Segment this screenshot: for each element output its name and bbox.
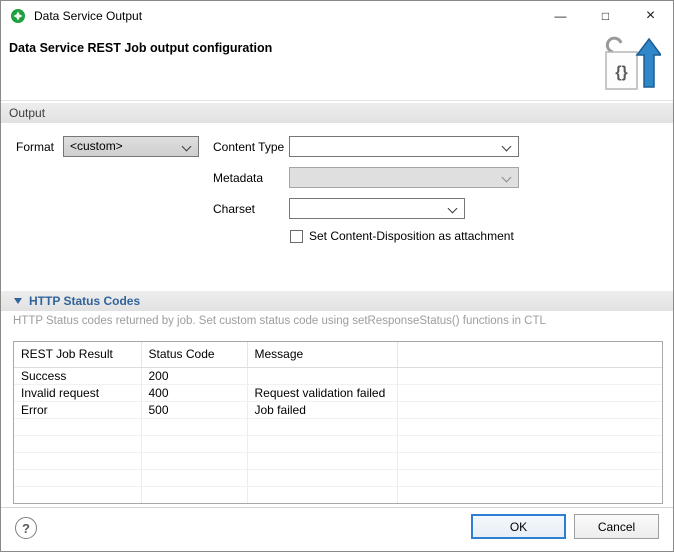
- table-cell: [14, 435, 141, 452]
- table-cell: 400: [141, 384, 247, 401]
- table-cell: [14, 469, 141, 486]
- table-row[interactable]: Invalid request400Request validation fai…: [14, 384, 662, 401]
- dialog-window: Data Service Output — □ × Data Service R…: [0, 0, 674, 552]
- window-controls: — □ ×: [538, 1, 673, 31]
- table-cell: [247, 469, 397, 486]
- table-cell: [247, 452, 397, 469]
- http-status-section-title: HTTP Status Codes: [29, 294, 140, 308]
- table-row[interactable]: [14, 452, 662, 469]
- collapse-triangle-icon: [14, 298, 22, 304]
- table-cell: [397, 418, 662, 435]
- close-button[interactable]: ×: [628, 1, 673, 31]
- status-table-head-row: REST Job ResultStatus CodeMessage: [14, 342, 662, 367]
- http-status-description: HTTP Status codes returned by job. Set c…: [13, 315, 546, 327]
- chevron-down-icon: [502, 173, 512, 183]
- table-cell: [397, 384, 662, 401]
- output-form: Format <custom> Content Type Metadata Ch…: [1, 123, 673, 291]
- metadata-label: Metadata: [213, 168, 263, 189]
- table-cell: [247, 418, 397, 435]
- output-section-label: Output: [9, 106, 45, 120]
- table-cell: Job failed: [247, 401, 397, 418]
- attachment-checkbox[interactable]: [290, 230, 303, 243]
- table-cell: [141, 435, 247, 452]
- table-cell: 500: [141, 401, 247, 418]
- dialog-header: Data Service REST Job output configurati…: [1, 31, 673, 101]
- attachment-checkbox-label: Set Content-Disposition as attachment: [309, 229, 514, 243]
- table-row[interactable]: Success200: [14, 367, 662, 384]
- table-cell: [397, 452, 662, 469]
- table-cell: [397, 486, 662, 503]
- table-cell: [247, 486, 397, 503]
- table-cell: [141, 486, 247, 503]
- table-cell: [14, 486, 141, 503]
- ok-button[interactable]: OK: [471, 514, 566, 539]
- column-header: REST Job Result: [14, 342, 141, 367]
- column-header: [397, 342, 662, 367]
- format-value: <custom>: [70, 137, 176, 156]
- braces-glyph: {}: [615, 64, 627, 81]
- table-cell: [247, 367, 397, 384]
- table-row[interactable]: [14, 486, 662, 503]
- rest-output-icon: {}: [601, 35, 661, 95]
- table-cell: 200: [141, 367, 247, 384]
- table-cell: [141, 452, 247, 469]
- table-cell: [14, 418, 141, 435]
- content-type-combo[interactable]: [289, 136, 519, 157]
- charset-label: Charset: [213, 199, 255, 220]
- chevron-down-icon: [182, 142, 192, 152]
- window-title: Data Service Output: [34, 9, 142, 23]
- http-status-section-toggle[interactable]: HTTP Status Codes: [1, 291, 673, 311]
- metadata-combo: [289, 167, 519, 188]
- table-cell: [141, 469, 247, 486]
- title-bar: Data Service Output — □ ×: [1, 1, 673, 31]
- status-table: REST Job ResultStatus CodeMessage Succes…: [14, 342, 662, 504]
- minimize-button[interactable]: —: [538, 1, 583, 31]
- table-cell: Invalid request: [14, 384, 141, 401]
- table-cell: Error: [14, 401, 141, 418]
- table-row[interactable]: [14, 435, 662, 452]
- dialog-title: Data Service REST Job output configurati…: [9, 41, 272, 55]
- help-button[interactable]: ?: [15, 517, 37, 539]
- status-table-body: Success200Invalid request400Request vali…: [14, 367, 662, 503]
- status-table-container: REST Job ResultStatus CodeMessage Succes…: [13, 341, 663, 504]
- cancel-button[interactable]: Cancel: [574, 514, 659, 539]
- table-row[interactable]: [14, 469, 662, 486]
- app-icon: [10, 8, 26, 24]
- table-row[interactable]: [14, 418, 662, 435]
- content-type-label: Content Type: [213, 137, 284, 158]
- table-cell: [397, 435, 662, 452]
- table-cell: Success: [14, 367, 141, 384]
- chevron-down-icon: [502, 142, 512, 152]
- table-cell: Request validation failed: [247, 384, 397, 401]
- charset-combo[interactable]: [289, 198, 465, 219]
- table-cell: [14, 452, 141, 469]
- column-header: Status Code: [141, 342, 247, 367]
- table-cell: [141, 418, 247, 435]
- format-label: Format: [16, 137, 54, 158]
- table-cell: [397, 401, 662, 418]
- table-cell: [397, 367, 662, 384]
- table-row[interactable]: Error500Job failed: [14, 401, 662, 418]
- table-cell: [247, 435, 397, 452]
- format-combo[interactable]: <custom>: [63, 136, 199, 157]
- column-header: Message: [247, 342, 397, 367]
- chevron-down-icon: [448, 204, 458, 214]
- button-bar: ? OK Cancel: [1, 507, 673, 551]
- table-cell: [397, 469, 662, 486]
- attachment-checkbox-row: Set Content-Disposition as attachment: [290, 229, 514, 243]
- maximize-button[interactable]: □: [583, 1, 628, 31]
- output-section-header: Output: [1, 103, 673, 123]
